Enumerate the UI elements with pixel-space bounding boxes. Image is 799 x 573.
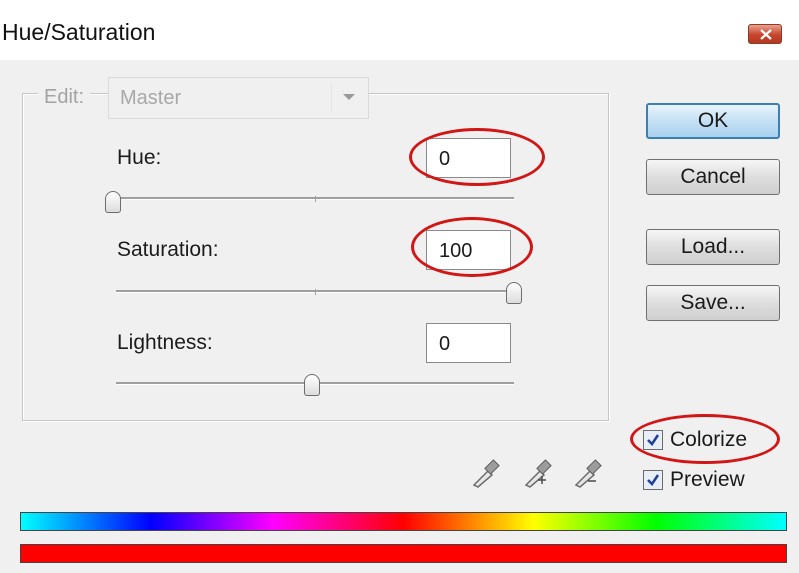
preview-checkbox[interactable] <box>643 470 663 490</box>
result-color-bar <box>20 544 787 563</box>
save-button[interactable]: Save... <box>646 285 780 321</box>
hue-spectrum-bar <box>20 512 787 531</box>
cancel-button[interactable]: Cancel <box>646 159 780 195</box>
saturation-slider-thumb[interactable] <box>506 282 522 304</box>
eyedropper-add-icon[interactable] <box>522 455 556 489</box>
eyedropper-icon[interactable] <box>470 455 504 489</box>
ok-button[interactable]: OK <box>646 103 780 139</box>
dropdown-separator <box>331 84 332 112</box>
saturation-slider-center-tick <box>315 289 316 295</box>
load-button[interactable]: Load... <box>646 229 780 265</box>
hue-slider-center-tick <box>315 196 316 202</box>
edit-label: Edit: <box>38 86 91 109</box>
hue-highlight-circle <box>409 128 545 186</box>
checkmark-icon <box>647 474 660 486</box>
lightness-label: Lightness: <box>117 331 213 354</box>
close-icon <box>760 29 772 40</box>
chevron-down-icon <box>343 94 355 100</box>
lightness-input[interactable]: 0 <box>426 323 511 363</box>
colorize-highlight-circle <box>630 414 780 464</box>
lightness-slider-thumb[interactable] <box>304 374 320 396</box>
preview-label[interactable]: Preview <box>670 468 745 492</box>
saturation-label: Saturation: <box>117 238 219 261</box>
title-bar: Hue/Saturation <box>0 0 799 60</box>
window-title: Hue/Saturation <box>2 19 156 45</box>
edit-dropdown-value: Master <box>120 87 182 109</box>
close-button[interactable] <box>748 24 782 44</box>
hue-label: Hue: <box>117 146 162 169</box>
saturation-highlight-circle <box>411 217 533 277</box>
hue-slider-thumb[interactable] <box>105 191 121 213</box>
hue-saturation-dialog: Hue/Saturation Edit: Master Hue: 0 Satur… <box>0 0 799 573</box>
edit-dropdown[interactable]: Master <box>108 77 369 119</box>
eyedropper-subtract-icon[interactable] <box>572 455 606 489</box>
